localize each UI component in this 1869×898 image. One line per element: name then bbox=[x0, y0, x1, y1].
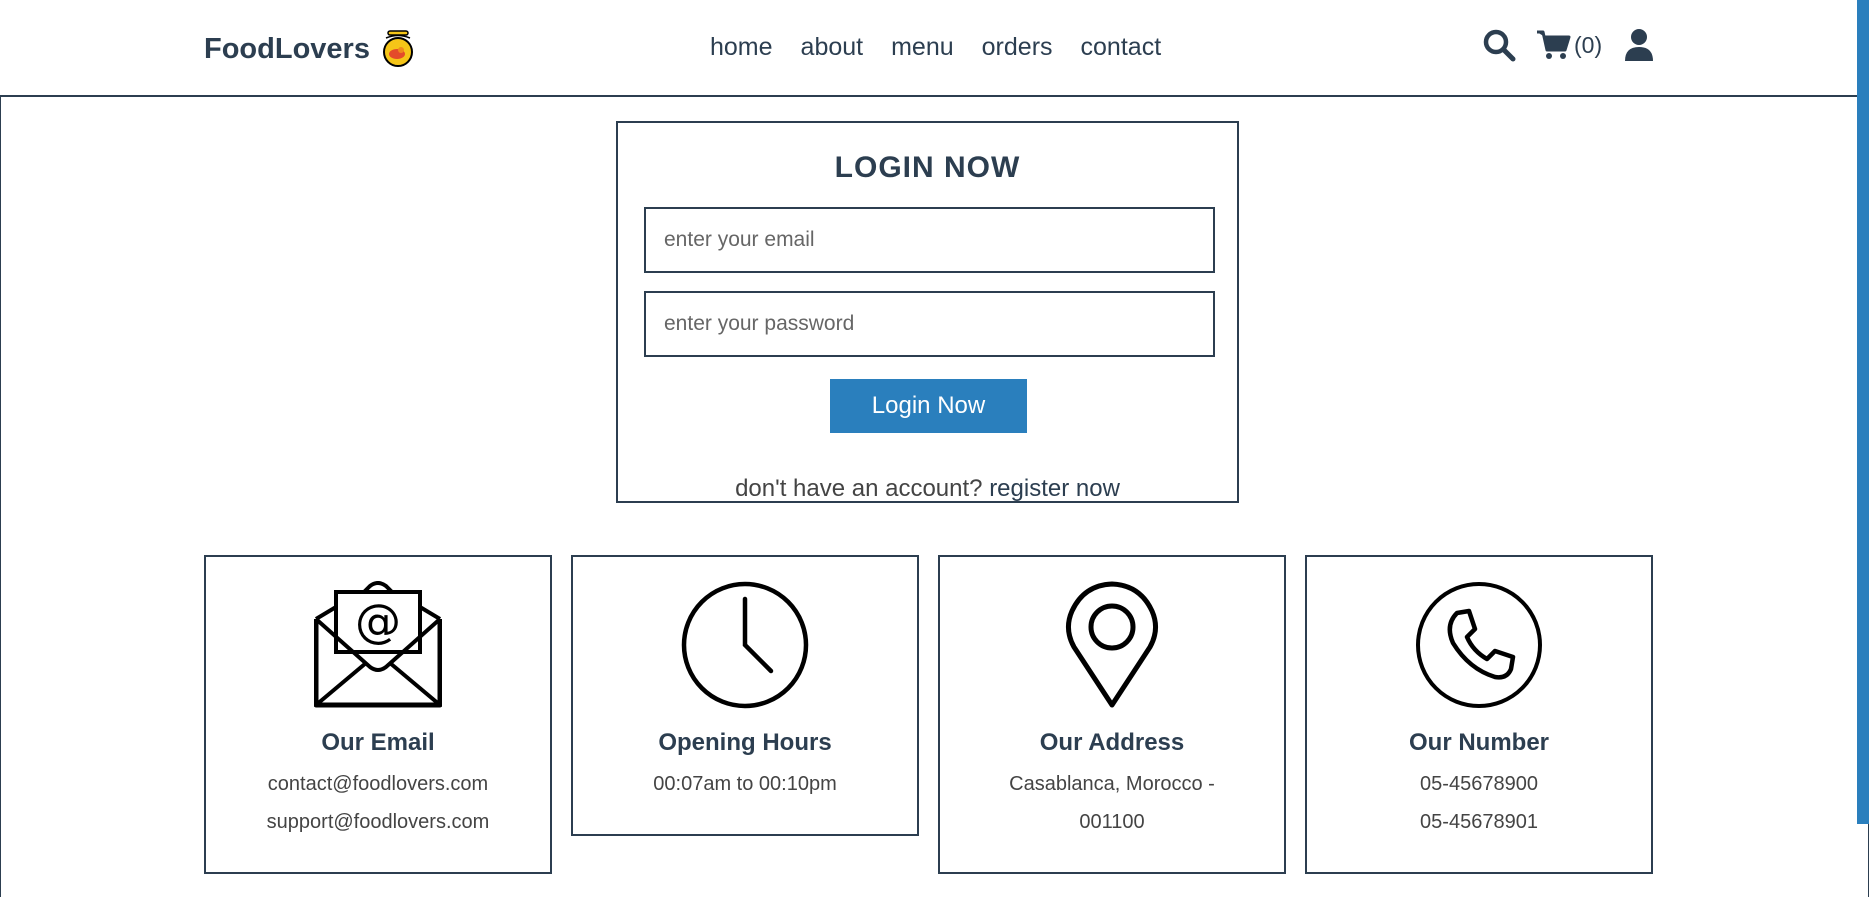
user-icon bbox=[1625, 29, 1654, 61]
email-line: contact@foodlovers.com bbox=[267, 773, 489, 795]
email-line: support@foodlovers.com bbox=[266, 811, 490, 833]
nav-about[interactable]: about bbox=[801, 33, 864, 62]
info-card-hours: Opening Hours 00:07am to 00:10pm bbox=[571, 555, 919, 836]
nav-menu[interactable]: menu bbox=[891, 33, 954, 62]
register-prompt: don't have an account? register now bbox=[618, 475, 1237, 503]
scrollbar[interactable] bbox=[1857, 0, 1869, 824]
user-button[interactable] bbox=[1624, 28, 1654, 62]
clock-icon bbox=[681, 581, 809, 709]
main-nav: home about menu orders contact bbox=[710, 33, 1161, 62]
card-title: Our Number bbox=[1408, 729, 1549, 756]
card-text: Casablanca, Morocco - 001100 bbox=[940, 765, 1284, 841]
card-text: 05-45678900 05-45678901 bbox=[1307, 765, 1651, 841]
info-card-address: Our Address Casablanca, Morocco - 001100 bbox=[938, 555, 1286, 874]
card-text: contact@foodlovers.com support@foodlover… bbox=[206, 765, 550, 841]
password-field[interactable] bbox=[644, 291, 1215, 357]
header-icons: (0) bbox=[1482, 28, 1654, 62]
cart-count: (0) bbox=[1574, 31, 1603, 58]
register-prompt-text: don't have an account? bbox=[735, 475, 983, 502]
food-bowl-icon bbox=[382, 30, 413, 67]
search-icon bbox=[1483, 29, 1516, 62]
login-button[interactable]: Login Now bbox=[830, 379, 1027, 433]
login-form: LOGIN NOW Login Now don't have an accoun… bbox=[616, 121, 1239, 503]
map-pin-icon bbox=[1066, 581, 1158, 708]
card-title: Our Email bbox=[321, 729, 435, 756]
svg-text:@: @ bbox=[355, 594, 401, 648]
phone-line: 05-45678900 bbox=[1420, 773, 1538, 795]
nav-orders[interactable]: orders bbox=[982, 33, 1053, 62]
site-header: FoodLovers home about menu orders contac… bbox=[0, 0, 1857, 97]
info-card-email: @ Our Email contact@foodlovers.com suppo… bbox=[204, 555, 552, 874]
card-text: 00:07am to 00:10pm bbox=[573, 765, 917, 803]
phone-icon bbox=[1416, 582, 1542, 708]
card-title: Opening Hours bbox=[658, 729, 832, 756]
envelope-icon: @ bbox=[314, 581, 442, 708]
hours-line: 00:07am to 00:10pm bbox=[653, 773, 837, 795]
register-link[interactable]: register now bbox=[989, 475, 1120, 502]
search-button[interactable] bbox=[1482, 28, 1516, 62]
cart-icon bbox=[1537, 30, 1571, 59]
email-field[interactable] bbox=[644, 207, 1215, 273]
logo-text: FoodLovers bbox=[204, 32, 370, 65]
address-line: Casablanca, Morocco - bbox=[1009, 773, 1215, 795]
address-line: 001100 bbox=[1079, 811, 1145, 833]
nav-home[interactable]: home bbox=[710, 33, 773, 62]
logo[interactable]: FoodLovers bbox=[204, 30, 416, 68]
login-title: LOGIN NOW bbox=[834, 151, 1021, 184]
nav-contact[interactable]: contact bbox=[1081, 33, 1162, 62]
phone-line: 05-45678901 bbox=[1420, 811, 1538, 833]
card-title: Our Address bbox=[1039, 729, 1185, 756]
info-card-number: Our Number 05-45678900 05-45678901 bbox=[1305, 555, 1653, 874]
cart-button[interactable]: (0) bbox=[1536, 29, 1602, 61]
